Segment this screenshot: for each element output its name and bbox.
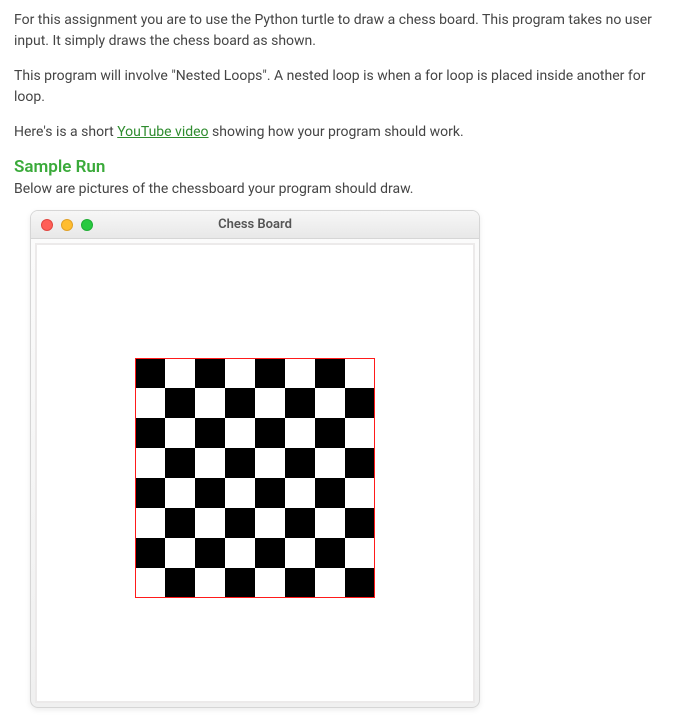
board-square: [135, 478, 165, 508]
board-square: [135, 448, 165, 478]
board-square: [225, 388, 255, 418]
board-square: [285, 448, 315, 478]
board-square: [285, 388, 315, 418]
board-square: [195, 568, 225, 598]
maximize-icon[interactable]: [81, 219, 93, 231]
youtube-link[interactable]: YouTube video: [117, 124, 208, 140]
board-square: [225, 478, 255, 508]
board-square: [315, 448, 345, 478]
board-square: [195, 538, 225, 568]
board-square: [345, 508, 375, 538]
board-square: [345, 388, 375, 418]
board-square: [195, 508, 225, 538]
chessboard: [135, 358, 375, 598]
p3-text-b: showing how your program should work.: [209, 124, 464, 140]
board-square: [285, 508, 315, 538]
board-square: [255, 418, 285, 448]
board-square: [225, 448, 255, 478]
board-square: [315, 418, 345, 448]
board-square: [285, 358, 315, 388]
board-square: [135, 538, 165, 568]
board-square: [255, 508, 285, 538]
board-square: [285, 478, 315, 508]
board-square: [255, 448, 285, 478]
board-square: [225, 418, 255, 448]
board-square: [255, 388, 285, 418]
board-square: [165, 568, 195, 598]
intro-paragraph-1: For this assignment you are to use the P…: [14, 10, 677, 52]
close-icon[interactable]: [41, 219, 53, 231]
board-square: [345, 418, 375, 448]
board-square: [315, 568, 345, 598]
board-square: [165, 448, 195, 478]
board-square: [255, 478, 285, 508]
board-square: [135, 508, 165, 538]
board-square: [315, 358, 345, 388]
board-square: [195, 358, 225, 388]
board-square: [345, 358, 375, 388]
board-square: [255, 358, 285, 388]
board-square: [345, 478, 375, 508]
intro-paragraph-2: This program will involve "Nested Loops"…: [14, 66, 677, 108]
board-square: [135, 568, 165, 598]
p3-text-a: Here's is a short: [14, 124, 117, 140]
minimize-icon[interactable]: [61, 219, 73, 231]
board-square: [135, 418, 165, 448]
board-square: [285, 418, 315, 448]
board-square: [315, 478, 345, 508]
board-square: [315, 388, 345, 418]
board-square: [165, 538, 195, 568]
board-square: [255, 568, 285, 598]
window-titlebar: Chess Board: [31, 211, 479, 239]
sample-run-heading: Sample Run: [14, 157, 677, 177]
sample-run-subtext: Below are pictures of the chessboard you…: [14, 179, 677, 200]
board-square: [285, 568, 315, 598]
board-square: [165, 508, 195, 538]
board-square: [285, 538, 315, 568]
board-square: [255, 538, 285, 568]
board-square: [195, 478, 225, 508]
board-square: [345, 568, 375, 598]
board-square: [315, 538, 345, 568]
traffic-lights: [41, 219, 93, 231]
board-square: [135, 388, 165, 418]
window-title: Chess Board: [31, 217, 479, 232]
board-square: [195, 388, 225, 418]
window-body: [35, 243, 475, 703]
board-square: [165, 418, 195, 448]
board-square: [195, 448, 225, 478]
board-square: [195, 418, 225, 448]
chessboard-grid: [135, 358, 375, 598]
app-window: Chess Board: [30, 210, 480, 708]
board-square: [225, 358, 255, 388]
board-square: [225, 508, 255, 538]
board-square: [165, 358, 195, 388]
board-square: [345, 538, 375, 568]
board-square: [165, 388, 195, 418]
board-square: [345, 448, 375, 478]
intro-paragraph-3: Here's is a short YouTube video showing …: [14, 122, 677, 143]
board-square: [225, 568, 255, 598]
board-square: [225, 538, 255, 568]
board-square: [165, 478, 195, 508]
board-square: [135, 358, 165, 388]
board-square: [315, 508, 345, 538]
